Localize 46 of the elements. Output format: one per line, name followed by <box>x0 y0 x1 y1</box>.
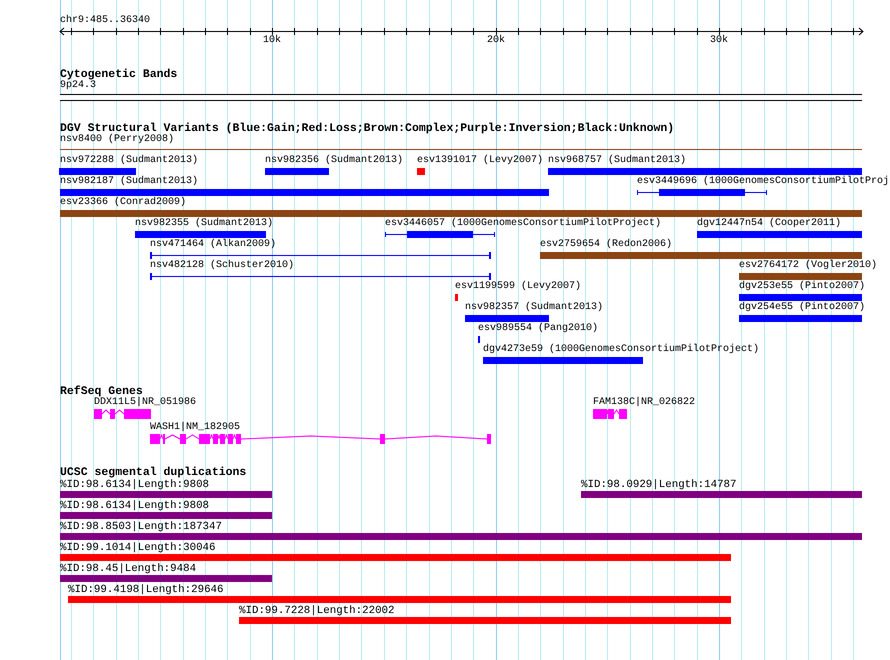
variant-label: nsv968757 (Sudmant2013) <box>548 155 686 167</box>
variant-label: nsv471464 (Alkan2009) <box>150 239 276 251</box>
variant-bar <box>417 168 425 175</box>
variant-label: dgv253e55 (Pinto2007) <box>739 281 866 293</box>
tick-label: 20k <box>487 35 506 47</box>
gene-label: DDX11L5|NR_051986 <box>94 397 196 409</box>
track-title: DGV Structural Variants (Blue:Gain;Red:Loss;Brown:Complex;Purple:Inversion;Black:Unknown) <box>60 122 674 135</box>
variant-label: esv2764172 (Vogler2010) <box>739 260 878 272</box>
tick-label: 30k <box>710 35 728 47</box>
variant-bar <box>265 168 329 175</box>
coordinate-title: chr9:485..36340 <box>60 15 150 27</box>
variant-label: nsv982355 (Sudmant2013) <box>135 218 274 230</box>
duplication-label: %ID:98.6134|Length:9808 <box>60 500 210 512</box>
tick-label: 10k <box>263 35 282 47</box>
track-title: RefSeq Genes <box>60 385 143 398</box>
variant-label: dgv4273e59 (1000GenomesConsortiumPilotProject) <box>483 344 760 356</box>
duplication-label: %ID:99.7228|Length:22002 <box>239 605 395 617</box>
variant-label: nsv982356 (Sudmant2013) <box>265 155 404 167</box>
band-label: 9p24.3 <box>60 80 96 92</box>
variant-label: esv23366 (Conrad2009) <box>60 197 186 209</box>
track-title: Cytogenetic Bands <box>60 68 178 81</box>
variant-label: esv1391017 (Levy2007) <box>417 155 544 167</box>
gene-drawing <box>593 409 627 419</box>
variant-label: esv3446057 (1000GenomesConsortiumPilotProject) <box>385 218 662 230</box>
duplication-label: %ID:99.1014|Length:30046 <box>60 542 216 554</box>
variant-label: esv989554 (Pang2010) <box>478 323 598 335</box>
duplication-label: %ID:98.45|Length:9484 <box>60 563 196 575</box>
gene-label: FAM138C|NR_026822 <box>593 397 696 409</box>
duplication-label: %ID:98.6134|Length:9808 <box>60 479 210 491</box>
duplication-label: %ID:98.8503|Length:187347 <box>60 521 222 533</box>
variant-label: esv2759654 (Redon2006) <box>540 239 672 251</box>
variant-label: nsv972288 (Sudmant2013) <box>60 155 198 167</box>
duplication-label: %ID:98.0929|Length:14787 <box>581 479 737 491</box>
variant-label: nsv982187 (Sudmant2013) <box>60 176 198 188</box>
variant-label: dgv12447n54 (Cooper2011) <box>697 218 842 230</box>
duplication-label: %ID:99.4198|Length:29646 <box>68 584 224 596</box>
gene-label: WASH1|NM_182905 <box>150 422 240 434</box>
variant-label: esv1199599 (Levy2007) <box>455 281 582 293</box>
variant-bar <box>455 294 458 301</box>
gene-drawing <box>94 409 151 419</box>
variant-label: esv3449696 (1000GenomesConsortiumPilotProj <box>637 176 890 188</box>
variant-label: nsv982357 (Sudmant2013) <box>465 302 604 314</box>
track-title: UCSC segmental duplications <box>60 466 246 479</box>
variant-label: nsv8400 (Perry2008) <box>60 134 174 146</box>
variant-label: nsv482128 (Schuster2010) <box>150 260 294 272</box>
variant-label: dgv254e55 (Pinto2007) <box>739 302 866 314</box>
